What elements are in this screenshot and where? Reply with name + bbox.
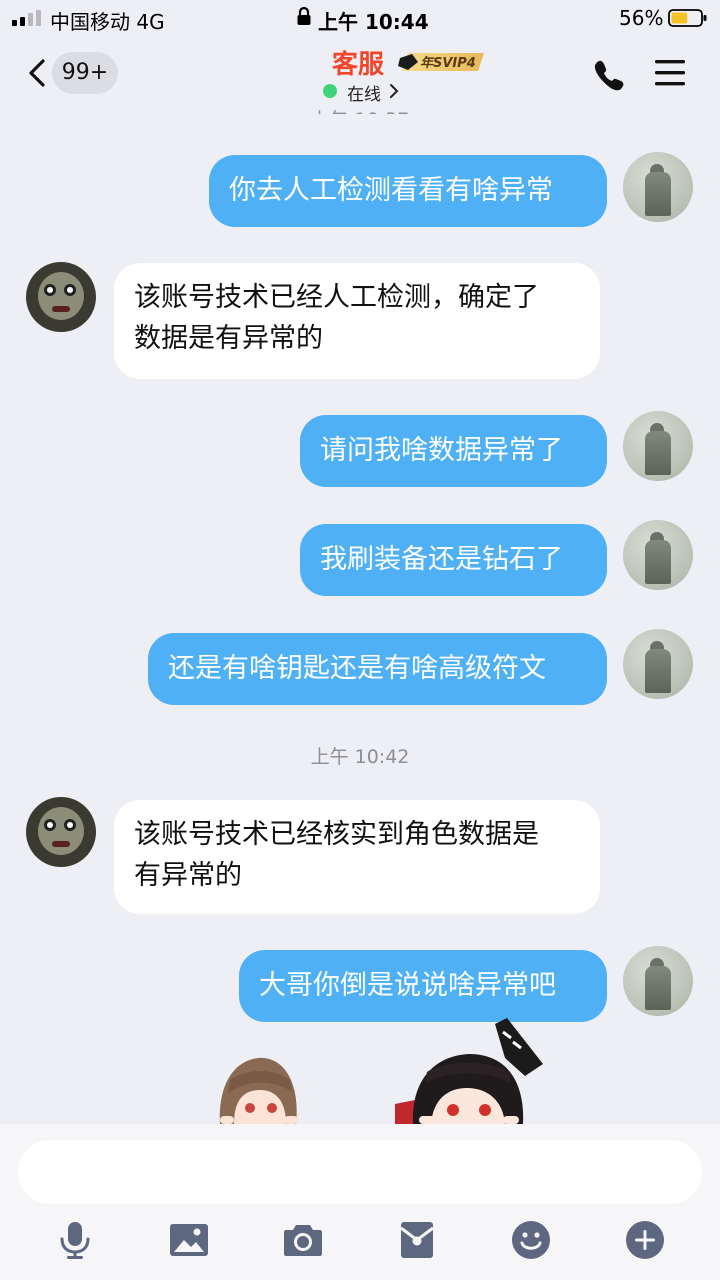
- menu-icon[interactable]: [654, 58, 686, 88]
- battery-percent: 56%: [619, 6, 664, 30]
- clock: 上午 10:44: [318, 10, 429, 34]
- message-bubble-outgoing[interactable]: 我刷装备还是钻石了: [300, 524, 607, 596]
- lock-icon: [297, 6, 311, 25]
- signal-icon: [12, 10, 42, 26]
- user-avatar[interactable]: [623, 629, 693, 699]
- service-avatar[interactable]: [26, 797, 96, 867]
- chevron-right-icon[interactable]: [389, 83, 399, 99]
- online-status-dot: [323, 84, 337, 98]
- sticker-character-boy[interactable]: [214, 1050, 304, 1124]
- message-bubble-outgoing[interactable]: 请问我啥数据异常了: [300, 415, 607, 487]
- unread-count-badge[interactable]: 99+: [52, 52, 118, 94]
- plus-icon[interactable]: [625, 1220, 665, 1260]
- message-bubble-incoming[interactable]: 该账号技术已经人工检测，确定了 数据是有异常的: [114, 263, 600, 379]
- message-bubble-outgoing[interactable]: 还是有啥钥匙还是有啥高级符文: [148, 633, 607, 705]
- red-packet-icon[interactable]: [397, 1220, 437, 1260]
- message-bubble-outgoing[interactable]: 大哥你倒是说说啥异常吧: [239, 950, 607, 1022]
- svip-badge[interactable]: 年SVIP4: [398, 50, 486, 74]
- carrier-label: 中国移动 4G: [50, 10, 165, 34]
- battery-icon: [668, 9, 707, 27]
- camera-icon[interactable]: [283, 1220, 323, 1260]
- message-input[interactable]: [18, 1140, 702, 1204]
- user-avatar[interactable]: [623, 152, 693, 222]
- back-arrow-icon[interactable]: [26, 58, 48, 88]
- sticker-character-girl[interactable]: [395, 1018, 560, 1124]
- svip-badge-label: 年SVIP4: [420, 55, 476, 71]
- chat-title[interactable]: 客服: [332, 44, 384, 81]
- status-bar: 中国移动 4G 上午 10:44 56%: [0, 0, 720, 36]
- user-avatar[interactable]: [623, 411, 693, 481]
- image-icon[interactable]: [169, 1220, 209, 1260]
- service-avatar[interactable]: [26, 262, 96, 332]
- phone-call-icon[interactable]: [592, 58, 626, 92]
- microphone-icon[interactable]: [55, 1220, 95, 1260]
- message-bubble-incoming[interactable]: 该账号技术已经核实到角色数据是 有异常的: [114, 800, 600, 914]
- timestamp: 上午 10:42: [310, 746, 410, 768]
- user-avatar[interactable]: [623, 946, 693, 1016]
- timestamp-previous: 上午 10:37: [0, 100, 720, 114]
- user-avatar[interactable]: [623, 520, 693, 590]
- emoji-icon[interactable]: [511, 1220, 551, 1260]
- input-area: [0, 1124, 720, 1280]
- message-bubble-outgoing[interactable]: 你去人工检测看看有啥异常: [209, 155, 607, 227]
